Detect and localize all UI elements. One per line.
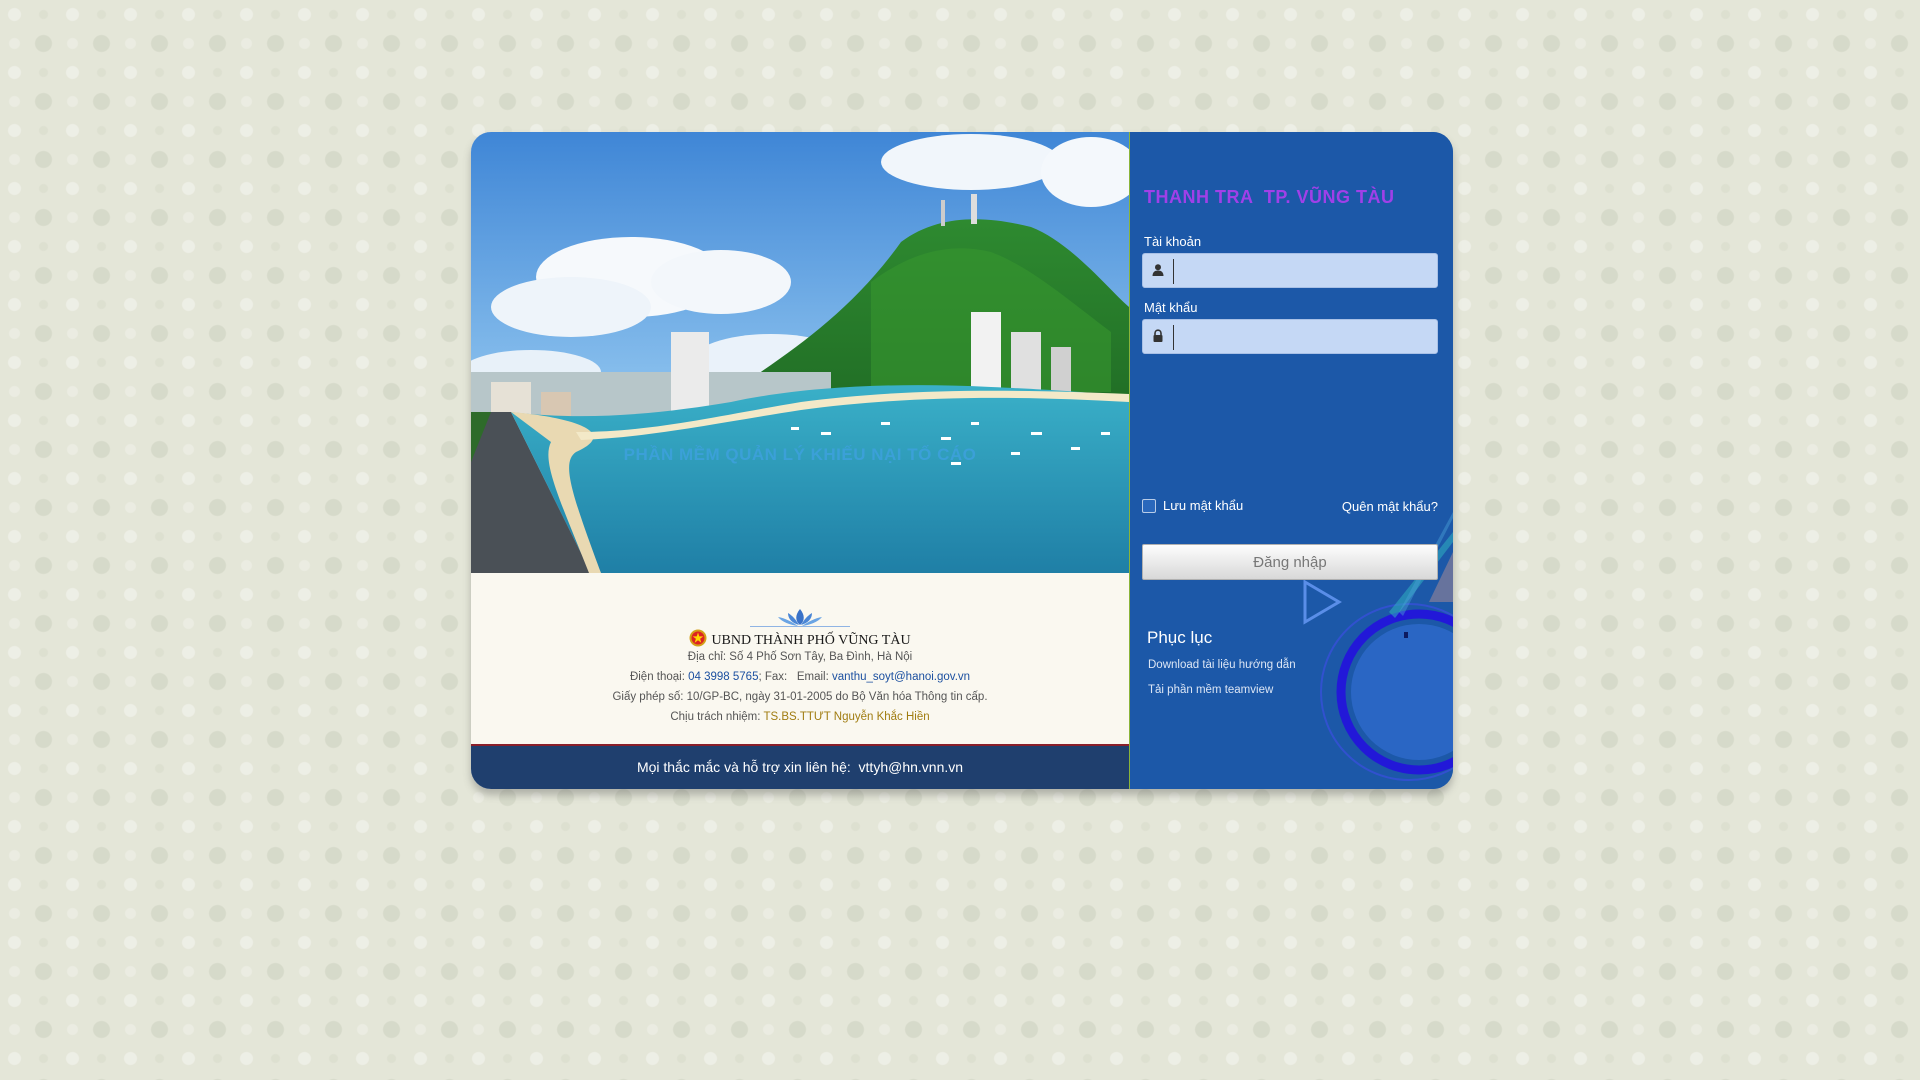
support-label: Mọi thắc mắc và hỗ trợ xin liên hệ:: [636, 759, 851, 775]
support-email: vttyh@hn.vnn.vn: [858, 759, 964, 775]
appendix-title: Phục lục: [1147, 628, 1213, 647]
contact-email-link[interactable]: vanthu_soyt@hanoi.gov.vn: [832, 671, 970, 683]
info-panel: PHẦN MỀM QUẢN LÝ KHIẾU NẠI TỐ CÁO UBND T…: [471, 132, 1129, 789]
login-button[interactable]: Đăng nhập: [1142, 544, 1438, 580]
password-input[interactable]: [1173, 325, 1438, 350]
brand-title: THANH TRA TP. VŨNG TÀU: [1144, 187, 1395, 207]
org-name-row: UBND THÀNH PHỐ VŨNG TÀU: [471, 629, 1129, 649]
fax-email-label: ; Fax: Email:: [758, 671, 829, 683]
responsible-name: TS.BS.TTƯT Nguyễn Khắc Hiền: [763, 711, 930, 723]
remember-label: Lưu mật khẩu: [1163, 498, 1244, 513]
license: Giấy phép số: 10/GP-BC, ngày 31-01-2005 …: [612, 691, 988, 703]
password-field[interactable]: [1142, 319, 1438, 354]
username-field[interactable]: [1142, 253, 1438, 288]
password-label: Mật khẩu: [1144, 300, 1198, 315]
phone-label: Điện thoại:: [629, 671, 685, 683]
address: Địa chỉ: Số 4 Phố Sơn Tây, Ba Đình, Hà N…: [687, 651, 913, 663]
lotus-logo-icon: [750, 609, 850, 627]
lock-icon: [1153, 329, 1163, 342]
app-title: PHẦN MỀM QUẢN LÝ KHIẾU NẠI TỐ CÁO: [623, 445, 977, 464]
responsible-line: Chịu trách nhiệm: TS.BS.TTƯT Nguyễn Khắc…: [471, 711, 1129, 723]
user-icon: [1152, 264, 1164, 276]
username-label: Tài khoản: [1144, 234, 1202, 249]
login-card: PHẦN MỀM QUẢN LÝ KHIẾU NẠI TỐ CÁO UBND T…: [471, 132, 1453, 789]
download-guide-link[interactable]: Download tài liệu hướng dẫn: [1148, 659, 1296, 671]
phone-number: 04 3998 5765: [688, 671, 759, 683]
teamviewer-download-link[interactable]: Tải phần mềm teamview: [1148, 684, 1273, 696]
responsible-label: Chịu trách nhiệm:: [670, 711, 761, 723]
org-name: UBND THÀNH PHỐ VŨNG TÀU: [711, 633, 911, 648]
contact-line: Điện thoại: 04 3998 5765; Fax: Email: va…: [471, 671, 1129, 683]
forgot-password-link[interactable]: Quên mật khẩu?: [1342, 499, 1438, 514]
support-footer: Mọi thắc mắc và hỗ trợ xin liên hệ: vtty…: [471, 744, 1129, 789]
remember-password[interactable]: Lưu mật khẩu: [1142, 498, 1243, 513]
national-emblem-icon: [689, 629, 707, 647]
username-input[interactable]: [1173, 259, 1438, 284]
login-panel: THANH TRA TP. VŨNG TÀU Tài khoản Mật khẩ…: [1129, 132, 1453, 789]
city-coast-photo: [471, 132, 1129, 573]
remember-checkbox[interactable]: [1142, 498, 1156, 513]
